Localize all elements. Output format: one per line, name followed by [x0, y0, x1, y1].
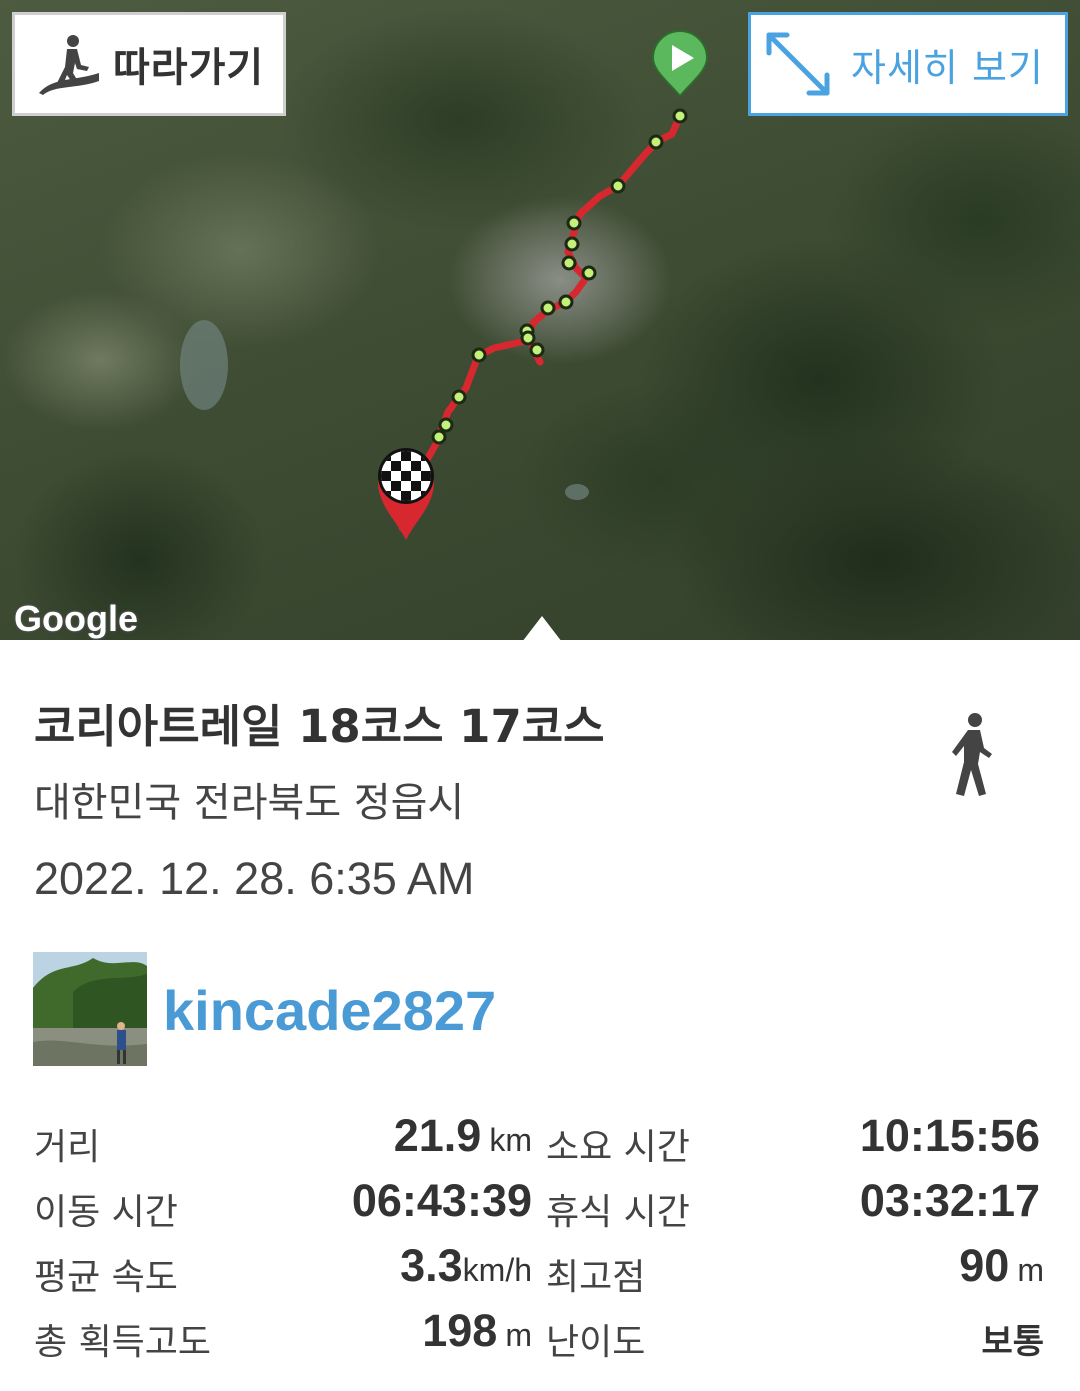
start-marker[interactable]: [651, 30, 709, 98]
callout-pointer: [522, 616, 562, 640]
stat-value-max-elevation: 90 m: [959, 1240, 1044, 1292]
waypoint-dot[interactable]: [529, 342, 545, 358]
waypoint-dot[interactable]: [581, 265, 597, 281]
stat-value-total-gain: 198 m: [422, 1305, 532, 1357]
waypoint-dot[interactable]: [520, 330, 536, 346]
stat-value-distance: 21.9 km: [394, 1110, 532, 1162]
stat-value-difficulty: 보통: [981, 1314, 1044, 1363]
waypoint-dot[interactable]: [561, 255, 577, 271]
stat-value-moving: 06:43:39: [352, 1175, 532, 1227]
stat-value-avg-speed: 3.3km/h: [400, 1240, 532, 1292]
trail-location: 대한민국 전라북도 정읍시: [34, 780, 465, 826]
trail-title: 코리아트레일 18코스 17코스: [34, 700, 605, 753]
google-attribution: Google: [14, 598, 138, 639]
waypoint-markers: [431, 108, 688, 445]
expand-arrows-icon: [766, 32, 830, 96]
route-line: [398, 112, 684, 532]
stat-unit: m: [1017, 1252, 1044, 1288]
stat-value-rest: 03:32:17: [860, 1175, 1040, 1227]
waypoint-dot[interactable]: [610, 178, 626, 194]
follow-button[interactable]: 따라가기: [12, 12, 286, 116]
stat-number: 90: [959, 1240, 1010, 1291]
waypoint-dot[interactable]: [431, 429, 447, 445]
waypoint-dot[interactable]: [438, 417, 454, 433]
stat-label-elapsed: 소요 시간: [546, 1127, 690, 1168]
stat-label-max-elevation: 최고점: [546, 1257, 646, 1298]
stat-number: 21.9: [393, 1110, 482, 1161]
checkered-flag-icon: [381, 451, 431, 501]
stat-unit: km: [489, 1122, 532, 1158]
stat-unit: km/h: [462, 1252, 532, 1288]
waypoint-dot[interactable]: [564, 236, 580, 252]
stat-value-elapsed: 10:15:56: [860, 1110, 1040, 1162]
walking-person-icon: [952, 713, 992, 796]
stat-number: 06:43:39: [351, 1175, 532, 1226]
waypoint-dot[interactable]: [451, 389, 467, 405]
stat-number: 10:15:56: [859, 1110, 1040, 1161]
stat-unit: m: [505, 1317, 532, 1353]
waypoint-dot[interactable]: [672, 108, 688, 124]
hiker-on-path-icon: [39, 35, 99, 95]
waypoint-dot[interactable]: [648, 134, 664, 150]
follow-button-label: 따라가기: [113, 45, 265, 91]
stat-label-total-gain: 총 획득고도: [34, 1322, 212, 1363]
trail-datetime: 2022. 12. 28. 6:35 AM: [34, 853, 475, 904]
stat-label-moving: 이동 시간: [34, 1192, 178, 1233]
finish-marker[interactable]: [378, 448, 434, 540]
stat-label-rest: 휴식 시간: [546, 1192, 690, 1233]
stat-number: 보통: [981, 1322, 1044, 1362]
detail-view-button[interactable]: 자세히 보기: [748, 12, 1068, 116]
waypoint-dot[interactable]: [558, 294, 574, 310]
waypoint-dot[interactable]: [566, 215, 582, 231]
stat-number: 3.3: [400, 1240, 463, 1291]
stat-number: 198: [422, 1305, 498, 1356]
detail-view-label: 자세히 보기: [851, 45, 1044, 90]
waypoint-dot[interactable]: [471, 347, 487, 363]
waypoint-dot[interactable]: [540, 300, 556, 316]
stat-label-difficulty: 난이도: [546, 1322, 646, 1363]
stat-label-distance: 거리: [34, 1127, 101, 1168]
stat-number: 03:32:17: [859, 1175, 1040, 1226]
map-view[interactable]: 따라가기 자세히 보기 Google: [0, 0, 1080, 640]
username-link[interactable]: kincade2827: [163, 978, 496, 1043]
avatar-photo: [33, 952, 147, 1066]
avatar[interactable]: [33, 952, 147, 1066]
stat-label-avg-speed: 평균 속도: [34, 1257, 178, 1298]
